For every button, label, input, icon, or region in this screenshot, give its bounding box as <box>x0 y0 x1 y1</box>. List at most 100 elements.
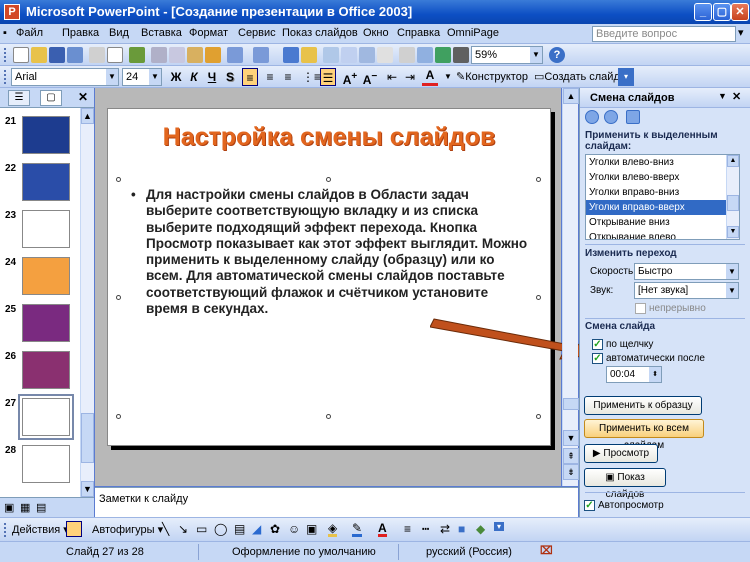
permission-icon[interactable] <box>67 47 83 63</box>
resize-handle-tl[interactable] <box>116 177 121 182</box>
align-right-button[interactable]: ≡ <box>280 68 296 86</box>
cut-icon[interactable] <box>151 47 167 63</box>
notes-pane[interactable]: Заметки к слайду <box>95 487 578 517</box>
transition-item[interactable]: Открывание вниз <box>586 215 739 230</box>
copy-icon[interactable] <box>169 47 185 63</box>
normal-view-icon[interactable]: ▣ <box>4 501 14 514</box>
line-style-icon[interactable]: ≡ <box>404 522 411 536</box>
transition-item[interactable]: Уголки влево-вверх <box>586 170 739 185</box>
auto-advance-checkbox[interactable]: ✓ <box>592 353 603 364</box>
shadow-style-icon[interactable]: ■ <box>458 522 465 536</box>
menu-file[interactable]: Файл <box>16 27 43 39</box>
slide-thumbnail[interactable] <box>18 394 74 440</box>
save-icon[interactable] <box>49 47 65 63</box>
back-icon[interactable] <box>585 110 599 124</box>
line-icon[interactable]: ╲ <box>162 522 169 536</box>
oval-icon[interactable]: ◯ <box>214 522 227 536</box>
loop-checkbox[interactable] <box>635 303 646 314</box>
scroll-thumb[interactable] <box>81 413 94 463</box>
grayscale-icon[interactable] <box>453 47 469 63</box>
sound-dropdown-icon[interactable]: ▼ <box>726 283 738 298</box>
scroll-up-icon[interactable]: ▲ <box>81 108 94 124</box>
menu-omnipage[interactable]: OmniPage <box>447 27 499 39</box>
resize-handle-bl[interactable] <box>116 414 121 419</box>
design-button[interactable]: ✎Конструктор <box>456 68 528 86</box>
slide-scroll-thumb[interactable] <box>563 398 579 410</box>
diagram-icon[interactable]: ✿ <box>270 522 280 536</box>
outline-tab[interactable]: ☰ <box>8 90 30 106</box>
current-slide[interactable]: Настройка смены слайдов • Для настройки с… <box>107 108 551 446</box>
color-grayscale-icon[interactable] <box>435 47 451 63</box>
decrease-indent-button[interactable]: ⇤ <box>384 68 400 86</box>
powerpoint-app-icon[interactable]: P <box>4 4 20 20</box>
next-slide-icon[interactable]: ⇟ <box>563 464 579 480</box>
font-color-dropdown-icon[interactable]: ▼ <box>440 68 456 86</box>
decrease-font-button[interactable]: A− <box>362 68 378 87</box>
arrow-icon[interactable]: ↘ <box>178 522 188 536</box>
transition-item[interactable]: Уголки влево-вниз <box>586 155 739 170</box>
resize-handle-l[interactable] <box>116 295 121 300</box>
increase-font-button[interactable]: A+ <box>342 68 358 87</box>
menu-view[interactable]: Вид <box>109 27 129 39</box>
preview-button[interactable]: ▶ Просмотр <box>584 444 658 463</box>
textbox-icon[interactable]: ▤ <box>234 522 245 536</box>
minimize-button[interactable]: _ <box>694 3 712 21</box>
transition-item[interactable]: Открывание влево <box>586 230 739 239</box>
menu-format[interactable]: Формат <box>189 27 228 39</box>
menu-slideshow[interactable]: Показ слайдов <box>282 27 358 39</box>
slideshow-button[interactable]: ▣ Показ слайдов <box>584 468 666 500</box>
ask-question-input[interactable]: Введите вопрос <box>592 26 736 42</box>
task-pane-menu-icon[interactable]: ▼ <box>718 91 727 101</box>
menu-edit[interactable]: Правка <box>62 27 99 39</box>
resize-handle-b[interactable] <box>326 414 331 419</box>
show-formatting-icon[interactable] <box>399 47 415 63</box>
zoom-select[interactable]: 59% ▼ <box>471 46 543 64</box>
on-click-checkbox[interactable]: ✓ <box>592 339 603 350</box>
slides-tab[interactable]: ▢ <box>40 90 62 106</box>
font-color-button[interactable]: A <box>422 68 438 86</box>
list-scroll-up-icon[interactable]: ▲ <box>727 155 739 167</box>
task-pane-close-icon[interactable]: ✕ <box>732 90 741 103</box>
resize-handle-tr[interactable] <box>536 177 541 182</box>
slide-thumbnail[interactable] <box>22 116 70 154</box>
menu-window[interactable]: Окно <box>363 27 389 39</box>
expand-all-icon[interactable] <box>377 47 393 63</box>
print-icon[interactable] <box>89 47 105 63</box>
wordart-icon[interactable]: ◢ <box>252 522 261 536</box>
3d-style-icon[interactable]: ◆ <box>476 522 485 536</box>
new-slide-button[interactable]: ▭Создать слайд <box>534 68 620 86</box>
ask-dropdown-icon[interactable]: ▾ <box>738 26 744 39</box>
close-button[interactable]: ✕ <box>731 3 749 21</box>
font-color-icon[interactable]: A <box>378 522 387 537</box>
menu-insert[interactable]: Вставка <box>141 27 182 39</box>
font-size-select[interactable]: 24 ▼ <box>122 68 162 86</box>
font-dropdown-icon[interactable]: ▼ <box>106 69 118 85</box>
list-scroll-down-icon[interactable]: ▼ <box>727 226 739 238</box>
resize-handle-t[interactable] <box>326 177 331 182</box>
transition-item-selected[interactable]: Уголки вправо-вверх <box>586 200 739 215</box>
preview-icon[interactable] <box>107 47 123 63</box>
undo-icon[interactable] <box>227 47 243 63</box>
transition-item[interactable]: Уголки вправо-вниз <box>586 185 739 200</box>
new-icon[interactable] <box>13 47 29 63</box>
align-left-button[interactable]: ≡ <box>242 68 258 86</box>
spelling-icon[interactable] <box>129 47 145 63</box>
menu-icon[interactable]: ▪ <box>3 27 7 39</box>
slide-thumbnail[interactable] <box>22 257 70 295</box>
speed-dropdown-icon[interactable]: ▼ <box>726 264 738 279</box>
slide-thumbnail[interactable] <box>22 445 70 483</box>
time-spinner[interactable]: 00:04 ⬍ <box>606 366 662 383</box>
body-text-frame[interactable]: • Для настройки смены слайдов в Области з… <box>124 185 534 413</box>
increase-indent-button[interactable]: ⇥ <box>402 68 418 86</box>
select-objects-icon[interactable] <box>66 521 82 537</box>
slide-thumbnail[interactable] <box>22 210 70 248</box>
pane-close-icon[interactable]: ✕ <box>78 90 88 104</box>
open-icon[interactable] <box>31 47 47 63</box>
spelling-status-icon[interactable]: ⌧ <box>540 544 553 557</box>
apply-to-master-button[interactable]: Применить к образцу <box>584 396 702 415</box>
arrow-style-icon[interactable]: ⇄ <box>440 522 450 536</box>
spinner-arrows-icon[interactable]: ⬍ <box>649 367 661 382</box>
slide-scrollbar[interactable]: ▲ ▼ ⇞ ⇟ <box>562 88 579 486</box>
speed-select[interactable]: Быстро ▼ <box>634 263 739 280</box>
resize-handle-br[interactable] <box>536 414 541 419</box>
